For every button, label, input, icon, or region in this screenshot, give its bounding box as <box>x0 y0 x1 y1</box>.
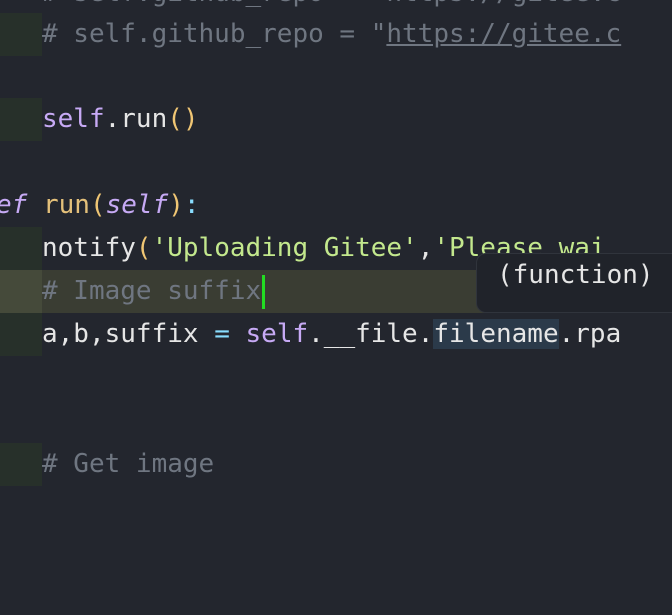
open-paren: ( <box>135 233 152 263</box>
tooltip-text: (function) <box>497 260 654 290</box>
code-line-self-run[interactable]: self.run() <box>0 98 672 141</box>
highlighted-symbol[interactable]: filename <box>433 319 559 349</box>
attr-token: .__file. <box>308 319 434 349</box>
param-self: self <box>105 190 169 220</box>
hover-tooltip: (function) <box>476 253 672 313</box>
comment-text: # Image suffix <box>42 276 262 306</box>
partial-code-line: # self.github_repo = "https://gitee.c <box>42 0 621 8</box>
string-token: 'Uploading Gitee' <box>151 233 418 263</box>
code-editor[interactable]: # self.github_repo = "https://gitee.c # … <box>0 0 672 486</box>
line-gutter <box>0 227 42 270</box>
line-gutter <box>0 313 42 356</box>
def-keyword: ef <box>0 190 28 220</box>
method-token: run <box>120 104 168 134</box>
line-gutter <box>0 13 42 56</box>
open-paren: ( <box>89 190 106 220</box>
code-line-split[interactable]: a,b,suffix = self.__file.filename.rpa <box>0 313 672 356</box>
code-line-def-run[interactable]: ef run(self): <box>0 184 672 227</box>
function-name: run <box>42 190 90 220</box>
comment-text: # Get image <box>42 449 215 479</box>
comma-token: , <box>417 233 434 263</box>
assign-token: = <box>198 319 246 349</box>
line-gutter <box>0 98 42 141</box>
paren-token: () <box>167 104 199 134</box>
line-gutter <box>0 443 42 486</box>
attr-rest-token: .rpa <box>558 319 622 349</box>
colon-token: : <box>183 190 200 220</box>
self-token: self <box>42 104 105 134</box>
dot-token: . <box>104 104 121 134</box>
comment-url-link[interactable]: https://gitee.c <box>386 19 621 49</box>
line-gutter <box>0 270 42 313</box>
text-cursor <box>262 274 266 309</box>
code-line-github-repo[interactable]: # self.github_repo = "https://gitee.c <box>0 13 672 56</box>
call-token: notify <box>42 233 136 263</box>
close-paren: ) <box>168 190 184 220</box>
comment-text: # self.github_repo = " <box>42 19 387 49</box>
self-token: self <box>245 319 309 349</box>
code-line-get-image[interactable]: # Get image <box>0 443 672 486</box>
partial-line-text: # self.github_repo = "https://gitee.c <box>42 0 621 8</box>
vars-token: a,b,suffix <box>42 319 199 349</box>
